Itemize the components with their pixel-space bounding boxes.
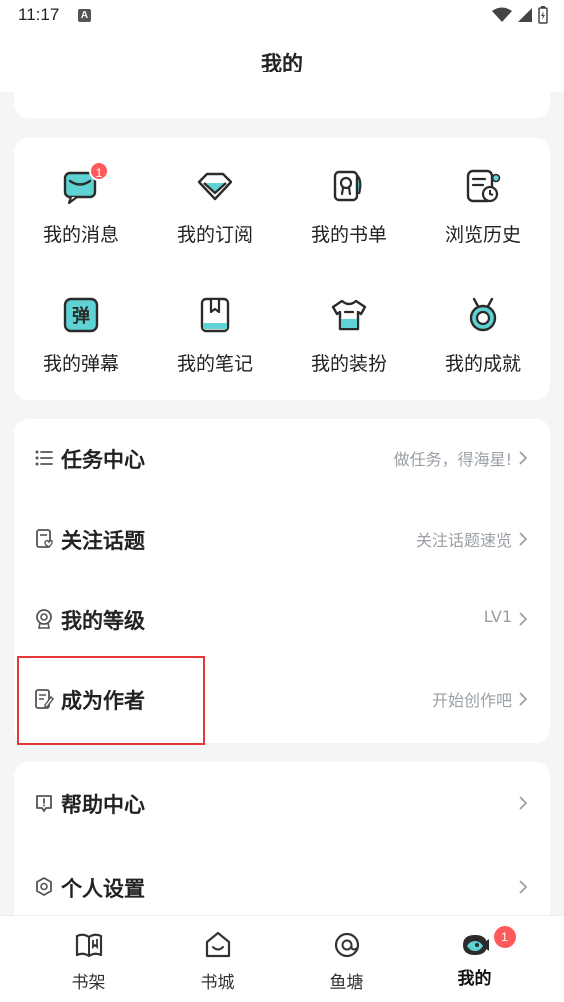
tab-fishpond[interactable]: 鱼塘 (276, 916, 417, 1002)
bookshelf-icon (75, 933, 102, 958)
chevron-right-icon (519, 796, 528, 810)
tab-label: 书城 (200, 973, 235, 993)
grid-item-messages[interactable]: 1 我的消息 (14, 161, 148, 247)
chevron-right-icon (519, 451, 528, 465)
row-help-center[interactable]: 帮助中心 (14, 764, 550, 844)
chevron-right-icon (519, 692, 528, 706)
row-hint: LV1 (483, 607, 512, 626)
message-icon: 1 (61, 161, 109, 206)
topic-icon (36, 529, 53, 548)
profile-icon: 1 (460, 926, 516, 960)
notification-icon: A (78, 9, 91, 22)
highlight-box (17, 656, 205, 745)
chevron-right-icon (519, 880, 528, 894)
status-icons (492, 6, 548, 24)
notes-icon (195, 295, 235, 335)
profile-card-partial (14, 72, 550, 118)
tab-label: 我的 (457, 969, 492, 989)
danmaku-glyph: 弹 (72, 305, 90, 327)
grid-item-outfits[interactable]: 我的装扮 (282, 295, 416, 376)
grid-item-booklists[interactable]: 我的书单 (282, 166, 416, 247)
tab-profile[interactable]: 1 我的 (404, 916, 545, 1002)
grid-item-history[interactable]: 浏览历史 (416, 166, 550, 247)
fishpond-icon (334, 932, 359, 958)
medal-icon (463, 295, 503, 335)
grid-item-label: 我的订阅 (176, 224, 253, 246)
grid-item-label: 我的消息 (42, 224, 119, 246)
row-hint: 做任务，得海星! (393, 450, 512, 469)
status-time: 11:17 (18, 5, 60, 24)
row-title: 帮助中心 (61, 793, 145, 817)
row-my-level[interactable]: 我的等级 LV1 (14, 580, 550, 660)
row-hint: 关注话题速览 (415, 531, 512, 550)
tab-bookstore[interactable]: 书城 (147, 916, 288, 1002)
task-list-icon (35, 450, 53, 466)
history-icon (463, 166, 503, 206)
message-badge: 1 (89, 161, 109, 181)
booklist-icon (329, 166, 369, 206)
level-icon (36, 609, 52, 629)
grid-item-label: 我的弹幕 (42, 353, 119, 375)
tab-label: 书架 (71, 973, 106, 993)
grid-item-danmaku[interactable]: 弹 我的弹幕 (14, 295, 148, 376)
danmaku-icon: 弹 (61, 295, 101, 335)
signal-icon (518, 8, 532, 22)
tab-badge: 1 (493, 926, 516, 948)
row-title: 个人设置 (61, 877, 145, 901)
help-icon (36, 795, 52, 812)
grid-item-label: 我的成就 (444, 353, 521, 375)
bottom-tab-bar: 书架 书城 鱼塘 1 我的 (0, 915, 564, 1002)
grid-item-notes[interactable]: 我的笔记 (148, 295, 282, 376)
row-hint: 开始创作吧 (431, 691, 512, 710)
grid-item-label: 我的笔记 (176, 353, 253, 375)
diamond-icon (195, 166, 235, 206)
grid-item-label: 我的装扮 (310, 353, 387, 375)
chevron-right-icon (519, 612, 528, 626)
wifi-icon (492, 7, 512, 22)
shortcut-grid: 1 我的消息 我的订阅 我的书单 浏览历史 弹 我的弹幕 我的笔记 我的装扮 我… (14, 138, 550, 400)
tshirt-icon (329, 295, 369, 335)
row-task-center[interactable]: 任务中心 做任务，得海星! (14, 419, 550, 499)
row-title: 任务中心 (61, 448, 145, 472)
grid-item-label: 浏览历史 (444, 224, 521, 246)
row-followed-topics[interactable]: 关注话题 关注话题速览 (14, 500, 550, 580)
tab-bookshelf[interactable]: 书架 (18, 916, 159, 1002)
grid-item-label: 我的书单 (310, 224, 387, 246)
bookstore-icon (205, 931, 230, 958)
settings-icon (36, 877, 52, 896)
row-title: 关注话题 (61, 529, 145, 553)
grid-item-subscriptions[interactable]: 我的订阅 (148, 166, 282, 247)
tab-label: 鱼塘 (329, 973, 364, 993)
status-bar: 11:17 A (0, 0, 564, 32)
chevron-right-icon (519, 532, 528, 546)
battery-icon (538, 6, 548, 24)
row-title: 我的等级 (61, 609, 145, 633)
grid-item-achievements[interactable]: 我的成就 (416, 295, 550, 376)
